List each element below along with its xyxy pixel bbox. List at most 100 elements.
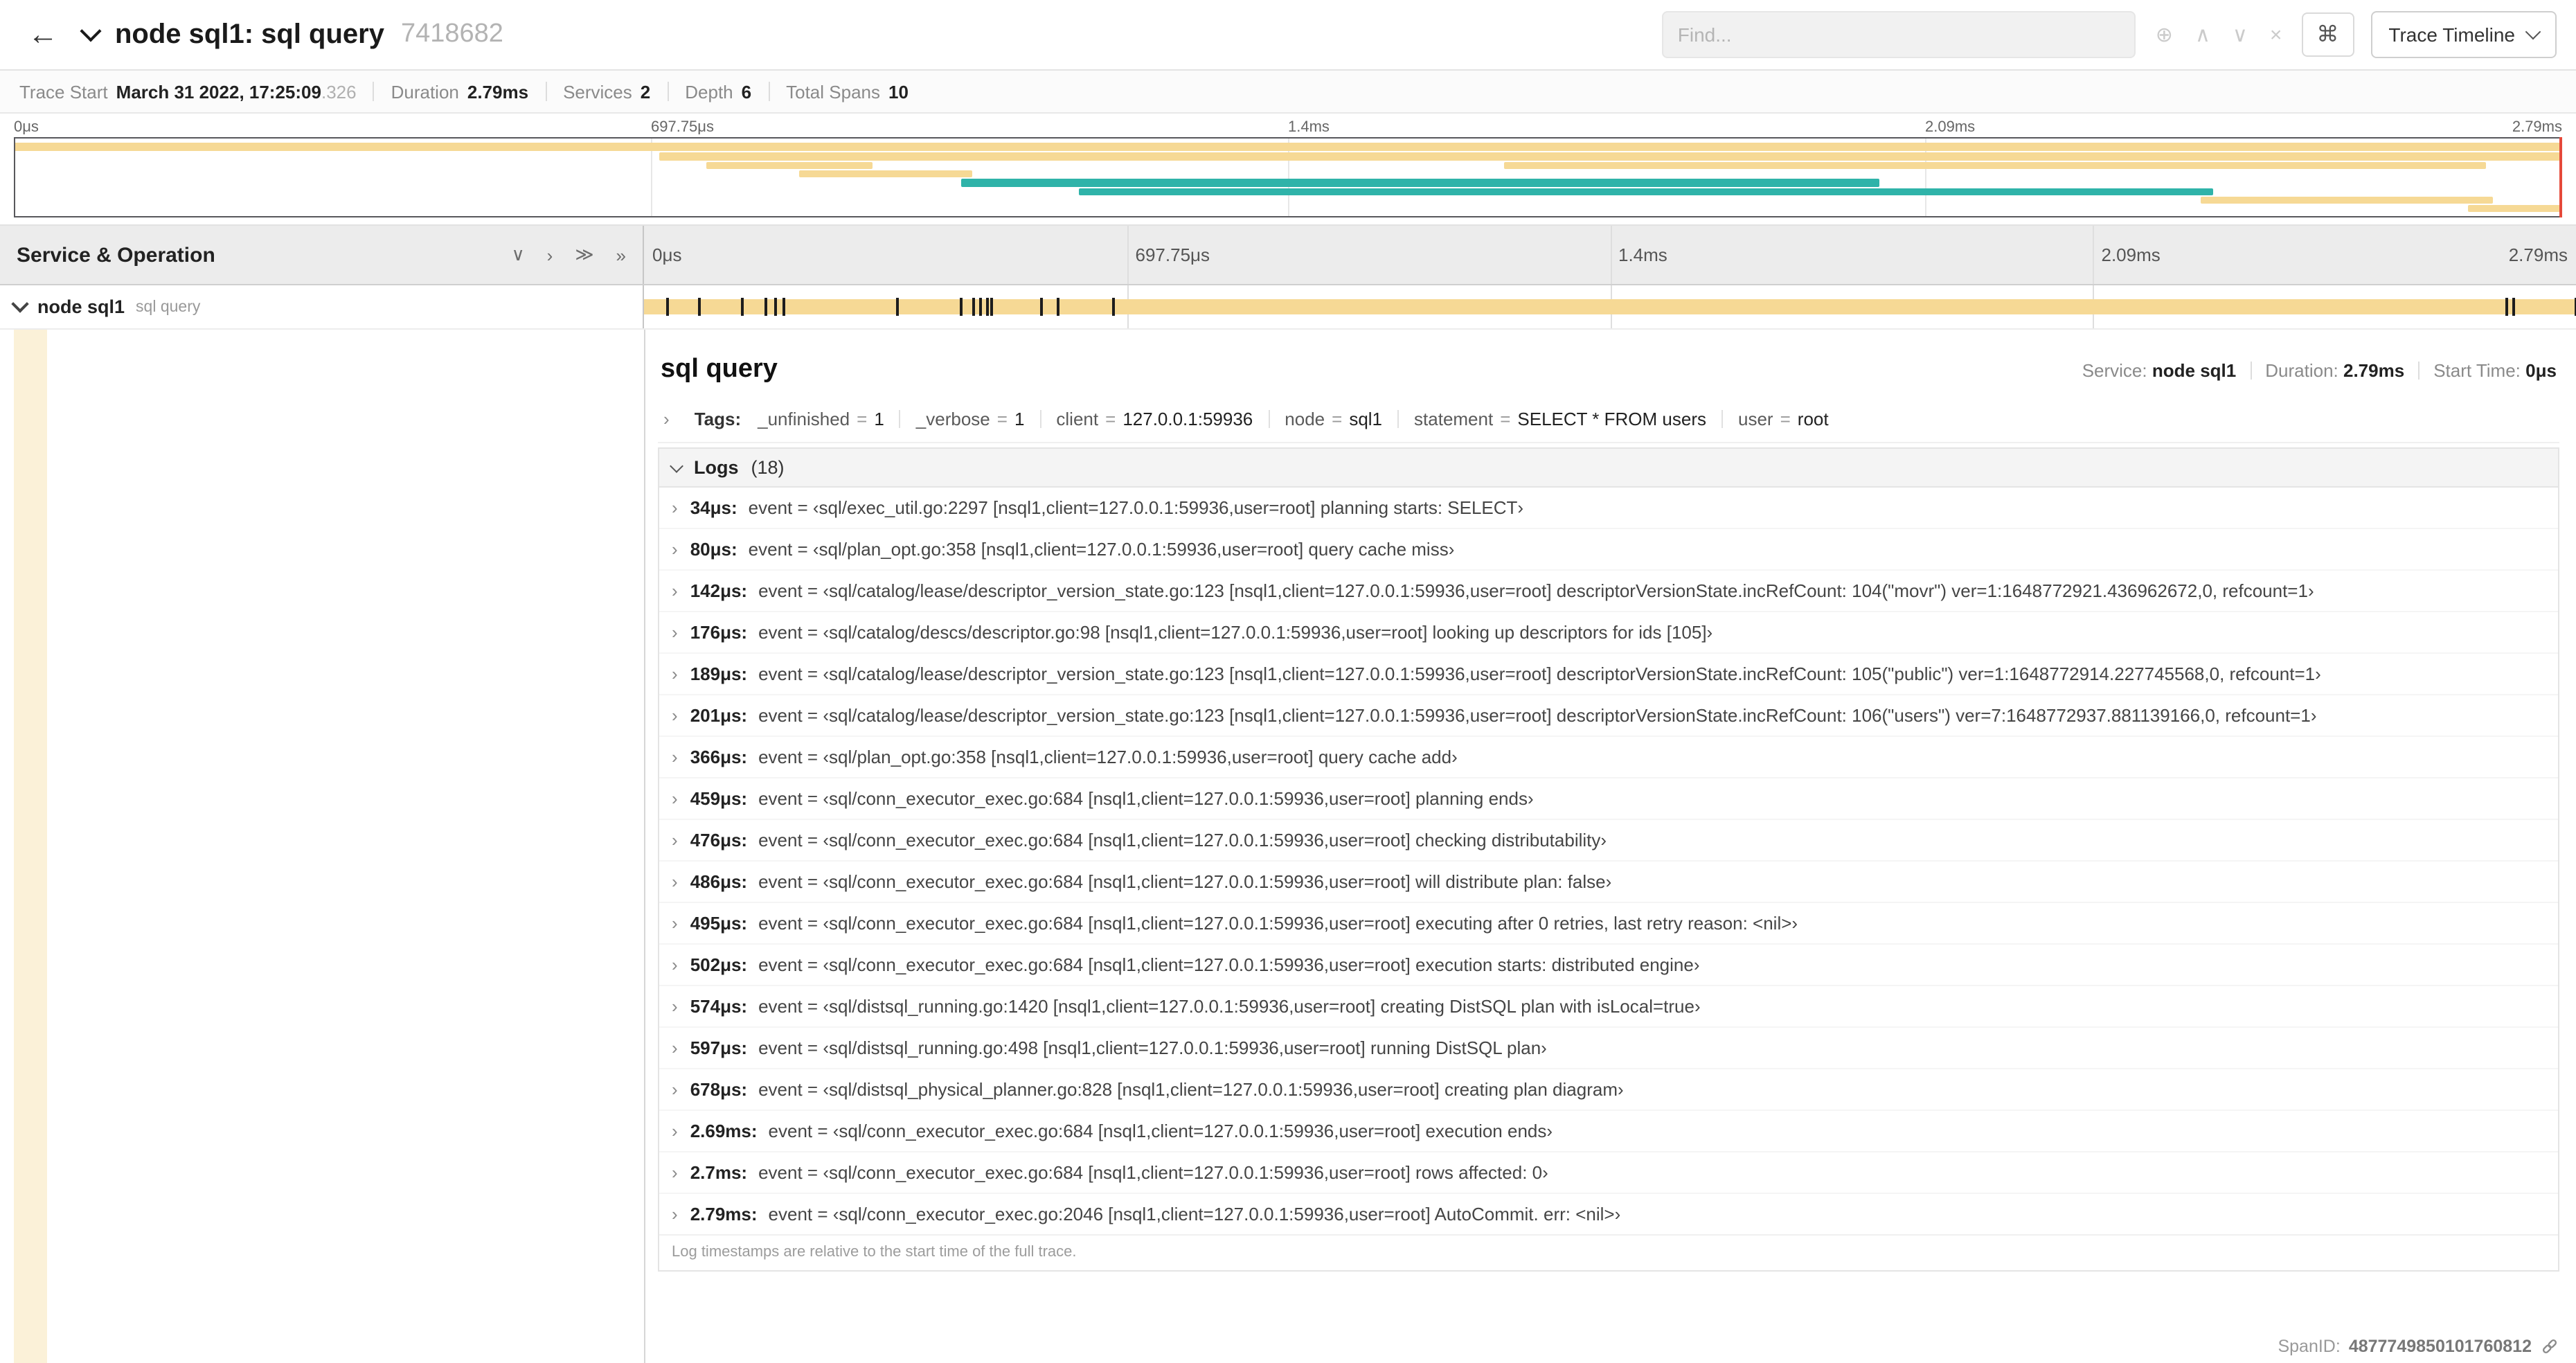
expand-one-icon[interactable]: › — [547, 244, 553, 265]
log-timestamp: 34μs: — [690, 497, 737, 518]
log-message: event = ‹sql/conn_executor_exec.go:684 [… — [758, 830, 1607, 850]
clear-search-icon[interactable]: × — [2270, 23, 2282, 46]
tag-item: _verbose = 1 — [916, 409, 1025, 429]
tag-equals: = — [1105, 409, 1116, 429]
collapse-one-icon[interactable]: ∨ — [512, 244, 525, 266]
divider — [1397, 410, 1399, 428]
log-row[interactable]: › 459μs: event = ‹sql/conn_executor_exec.g… — [659, 778, 2558, 820]
meta-value: March 31 2022, 17:25:09 — [116, 81, 321, 102]
service-operation-title: Service & Operation — [17, 243, 215, 267]
log-event-tick — [1112, 298, 1115, 316]
span-duration-bar[interactable] — [644, 299, 2576, 314]
log-row[interactable]: › 476μs: event = ‹sql/conn_executor_exec.g… — [659, 820, 2558, 862]
log-message: event = ‹sql/conn_executor_exec.go:684 [… — [758, 788, 1534, 809]
collapse-trace-chevron-icon[interactable] — [80, 20, 102, 42]
focus-result-icon[interactable]: ⊕ — [2156, 22, 2173, 47]
log-row[interactable]: › 678μs: event = ‹sql/distsql_physical_pla… — [659, 1069, 2558, 1111]
log-row[interactable]: › 486μs: event = ‹sql/conn_executor_exec.g… — [659, 862, 2558, 903]
span-color-band — [14, 330, 47, 1363]
log-row[interactable]: › 176μs: event = ‹sql/catalog/descs/descri… — [659, 612, 2558, 654]
prev-result-icon[interactable]: ∧ — [2195, 22, 2210, 47]
log-message: event = ‹sql/catalog/lease/descriptor_ve… — [758, 580, 2314, 601]
logs-accordion-header[interactable]: Logs (18) — [659, 449, 2558, 488]
meta-value: 2.79ms — [467, 81, 529, 102]
timeline-column-headers: Service & Operation ∨ › ≫ » 0μs 697.75μs 1.4m… — [0, 224, 2576, 285]
trace-timeline-page: ← node sql1: sql query 7418682 ⊕ ∧ ∨ × ⌘… — [0, 0, 2576, 1363]
log-event-tick — [2505, 298, 2508, 316]
chevron-right-icon: › — [672, 996, 678, 1017]
log-row[interactable]: › 366μs: event = ‹sql/plan_opt.go:358 [nsq… — [659, 737, 2558, 778]
meta-value: 2 — [640, 81, 651, 102]
page-title: node sql1: sql query — [115, 19, 384, 49]
logs-count: (18) — [751, 457, 785, 478]
minimap-viewport[interactable] — [14, 137, 2562, 217]
log-row[interactable]: › 502μs: event = ‹sql/conn_executor_exec.g… — [659, 945, 2558, 986]
log-event-tick — [985, 298, 988, 316]
log-message: event = ‹sql/plan_opt.go:358 [nsql1,clie… — [748, 539, 1455, 560]
service-operation-header: Service & Operation ∨ › ≫ » — [0, 226, 644, 284]
log-row[interactable]: › 142μs: event = ‹sql/catalog/lease/descri… — [659, 571, 2558, 612]
chevron-right-icon: › — [672, 788, 678, 809]
tag-item: statement = SELECT * FROM users — [1414, 409, 1706, 429]
chevron-right-icon: › — [672, 663, 678, 684]
trace-meta-item: Total Spans 10 — [786, 81, 909, 102]
ruler-tick-label: 697.75μs — [1135, 244, 1210, 265]
trace-view-selector-button[interactable]: Trace Timeline — [2370, 11, 2557, 58]
log-event-tick — [698, 298, 701, 316]
log-row[interactable]: › 80μs: event = ‹sql/plan_opt.go:358 [nsql… — [659, 529, 2558, 571]
meta-value: 10 — [888, 81, 909, 102]
find-input[interactable] — [1662, 11, 2136, 58]
minimap-tick-label: 2.79ms — [2512, 119, 2562, 136]
chevron-right-icon: › — [672, 705, 678, 726]
chevron-right-icon: › — [672, 622, 678, 643]
tag-item: node = sql1 — [1285, 409, 1382, 429]
chevron-right-icon: › — [672, 871, 678, 892]
span-bar-cell[interactable] — [644, 285, 2576, 328]
meta-label: Duration — [391, 81, 459, 102]
link-icon[interactable] — [2540, 1337, 2559, 1356]
expand-all-icon[interactable]: » — [616, 244, 626, 265]
chevron-right-icon: › — [672, 1121, 678, 1141]
tag-equals: = — [857, 409, 868, 429]
meta-value: 6 — [741, 81, 752, 102]
span-row-name-cell[interactable]: node sql1 sql query — [0, 285, 644, 328]
log-row[interactable]: › 34μs: event = ‹sql/exec_util.go:2297 [ns… — [659, 488, 2558, 529]
expand-collapse-controls: ∨ › ≫ » — [512, 244, 626, 266]
chevron-down-icon — [670, 458, 683, 472]
keyboard-shortcuts-button[interactable]: ⌘ — [2301, 12, 2354, 57]
log-event-tick — [895, 298, 899, 316]
ruler-tick-label: 2.09ms — [2101, 244, 2161, 265]
tags-accordion[interactable]: › Tags: _unfinished = 1 _verbose = 1 client = 12… — [658, 398, 2559, 443]
log-timestamp: 574μs: — [690, 996, 748, 1017]
log-event-tick — [2512, 298, 2515, 316]
log-row[interactable]: › 2.79ms: event = ‹sql/conn_executor_exec.… — [659, 1194, 2558, 1234]
tags-label: Tags: — [694, 409, 742, 429]
next-result-icon[interactable]: ∨ — [2233, 22, 2248, 47]
log-event-tick — [1056, 298, 1059, 316]
log-row[interactable]: › 495μs: event = ‹sql/conn_executor_exec.g… — [659, 903, 2558, 945]
tag-value: 1 — [874, 409, 884, 429]
log-event-tick — [979, 298, 982, 316]
collapse-all-icon[interactable]: ≫ — [575, 244, 593, 266]
log-row[interactable]: › 201μs: event = ‹sql/catalog/lease/descri… — [659, 695, 2558, 737]
chevron-right-icon: › — [672, 747, 678, 767]
chevron-right-icon: › — [672, 1162, 678, 1183]
log-row[interactable]: › 574μs: event = ‹sql/distsql_running.go:1… — [659, 986, 2558, 1028]
log-row[interactable]: › 189μs: event = ‹sql/catalog/lease/descri… — [659, 654, 2558, 695]
column-resizer[interactable] — [644, 330, 645, 1363]
log-row[interactable]: › 597μs: event = ‹sql/distsql_running.go:4… — [659, 1028, 2558, 1069]
span-id-value: 4877749850101760812 — [2348, 1337, 2532, 1356]
log-timestamp: 476μs: — [690, 830, 748, 850]
back-button[interactable]: ← — [19, 19, 66, 50]
trace-view-selector-label: Trace Timeline — [2388, 24, 2515, 46]
tag-value: sql1 — [1349, 409, 1383, 429]
tag-value: 1 — [1014, 409, 1025, 429]
minimap-canvas[interactable] — [14, 137, 2562, 217]
span-detail-header: sql query Service: node sql1 Duration: 2… — [658, 341, 2559, 398]
span-row: node sql1 sql query — [0, 285, 2576, 330]
log-row[interactable]: › 2.69ms: event = ‹sql/conn_executor_exec.… — [659, 1111, 2558, 1152]
collapse-span-chevron-icon[interactable] — [11, 295, 29, 313]
log-row[interactable]: › 2.7ms: event = ‹sql/conn_executor_exec.g… — [659, 1152, 2558, 1194]
log-message: event = ‹sql/plan_opt.go:358 [nsql1,clie… — [758, 747, 1458, 767]
meta-label: Services — [563, 81, 632, 102]
